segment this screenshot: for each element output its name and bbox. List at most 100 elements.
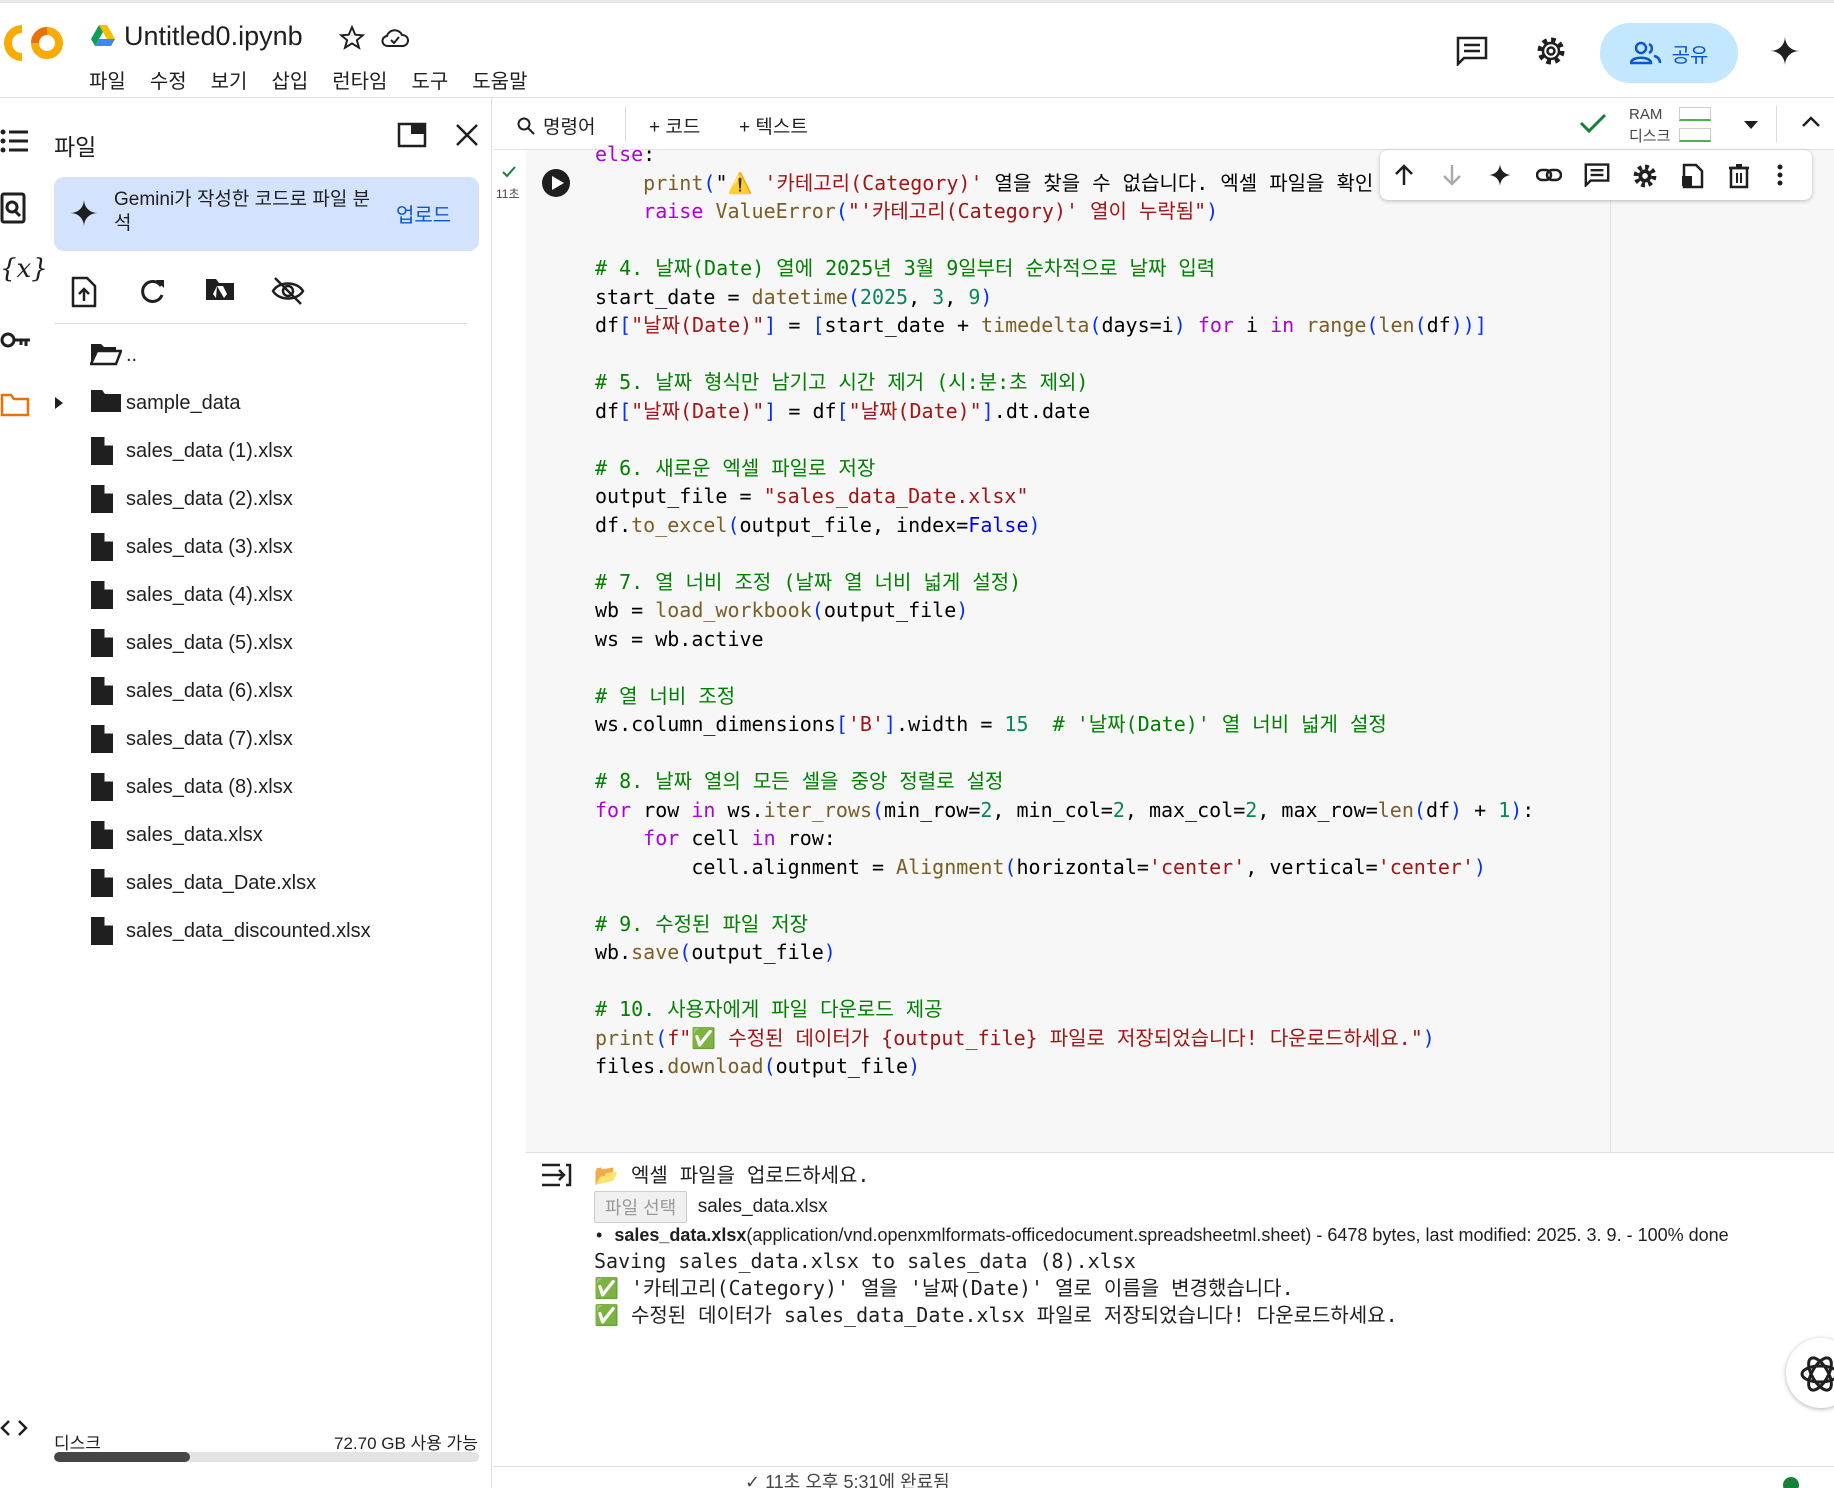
status-indicator [1783, 1477, 1799, 1488]
file-name: sales_data (7).xlsx [126, 728, 293, 750]
code-line: files.download(output_file) [595, 1054, 921, 1078]
runtime-dropdown-icon[interactable] [1743, 120, 1759, 130]
file-item[interactable]: sales_data (4).xlsx [0, 576, 490, 616]
file-name: sales_data (2).xlsx [126, 488, 293, 510]
add-text-button[interactable]: + 텍스트 [739, 112, 808, 139]
file-item[interactable]: sales_data (3).xlsx [0, 528, 490, 568]
code-line: # 열 너비 조정 [595, 683, 736, 708]
file-item-folder[interactable]: sample_data [0, 384, 490, 424]
menu-edit[interactable]: 수정 [150, 65, 187, 94]
menu-view[interactable]: 보기 [211, 65, 248, 94]
choose-file-button[interactable]: 파일 선택 [594, 1191, 688, 1223]
connected-check-icon[interactable] [1579, 112, 1607, 134]
menu-tools[interactable]: 도구 [411, 65, 448, 94]
menu-runtime[interactable]: 런타임 [332, 65, 387, 94]
expand-caret-icon[interactable] [54, 396, 64, 410]
files-sidebar: 파일 Gemini가 작성한 코드로 파일 분석 업로드 .. sample_d… [0, 98, 492, 1488]
gemini-spark-icon[interactable] [1488, 163, 1512, 187]
ram-label: RAM [1629, 106, 1663, 123]
cell-settings-gear-icon[interactable] [1632, 163, 1658, 189]
resource-labels[interactable]: RAM 디스크 [1629, 104, 1670, 148]
output-text: 📂 엑셀 파일을 업로드하세요. 파일 선택 sales_data.xlsx •… [594, 1162, 1824, 1329]
move-down-icon[interactable] [1440, 163, 1464, 187]
code-line: # 9. 수정된 파일 저장 [595, 911, 809, 936]
file-item[interactable]: sales_data (8).xlsx [0, 768, 490, 808]
link-icon[interactable] [1536, 163, 1562, 187]
cloud-saved-icon[interactable] [380, 26, 410, 50]
people-icon [1629, 41, 1661, 65]
file-name: sales_data (6).xlsx [126, 680, 293, 702]
code-line: wb = load_workbook(output_file) [595, 598, 969, 622]
toolbar-divider [1776, 106, 1777, 142]
disk-usage-meter [1679, 128, 1711, 142]
file-item[interactable]: sales_data_Date.xlsx [0, 864, 490, 904]
folder-open-icon [90, 340, 122, 366]
collapse-toolbar-icon[interactable] [1801, 116, 1821, 128]
output-line: ✅ 수정된 데이터가 sales_data_Date.xlsx 파일로 저장되었… [594, 1303, 1398, 1327]
file-icon [90, 580, 114, 610]
mount-drive-icon[interactable] [204, 276, 236, 302]
file-item[interactable]: sales_data_discounted.xlsx [0, 912, 490, 952]
code-snippets-icon[interactable] [0, 1418, 28, 1438]
gemini-analyze-banner[interactable]: Gemini가 작성한 코드로 파일 분석 업로드 [54, 177, 479, 251]
file-item[interactable]: sales_data (5).xlsx [0, 624, 490, 664]
menu-insert[interactable]: 삽입 [271, 65, 308, 94]
output-menu-icon[interactable] [540, 1162, 572, 1188]
app-header: Untitled0.ipynb 파일 수정 보기 삽입 런타임 도구 도움말 공… [0, 0, 1834, 98]
delete-trash-icon[interactable] [1728, 163, 1750, 189]
upload-prompt: 📂 엑셀 파일을 업로드하세요. [594, 1163, 870, 1187]
menu-file[interactable]: 파일 [89, 65, 126, 94]
menu-bar: 파일 수정 보기 삽입 런타임 도구 도움말 [89, 65, 551, 94]
hide-hidden-files-icon[interactable] [271, 276, 305, 306]
file-item[interactable]: sales_data.xlsx [0, 816, 490, 856]
settings-gear-icon[interactable] [1535, 35, 1567, 67]
share-button[interactable]: 공유 [1600, 23, 1738, 83]
code-line: cell.alignment = Alignment(horizontal='c… [595, 854, 1487, 879]
file-item[interactable]: sales_data (1).xlsx [0, 432, 490, 472]
file-name: sales_data.xlsx [126, 824, 263, 846]
disk-available: 72.70 GB 사용 가능 [334, 1434, 478, 1453]
code-text[interactable]: else: print("⚠️ '카테고리(Category)' 열을 찾을 수… [595, 140, 1534, 1081]
file-name: sales_data (1).xlsx [126, 440, 293, 462]
gemini-spark-icon[interactable] [1770, 36, 1800, 66]
code-line: df.to_excel(output_file, index=False) [595, 512, 1041, 537]
move-up-icon[interactable] [1392, 163, 1416, 187]
editor-margin [1610, 150, 1834, 1152]
comment-icon[interactable] [1456, 36, 1488, 66]
cell-toolbar [1380, 150, 1812, 200]
file-item[interactable]: sales_data (2).xlsx [0, 480, 490, 520]
output-line: Saving sales_data.xlsx to sales_data (8)… [594, 1249, 1136, 1273]
upload-file-icon[interactable] [71, 276, 97, 308]
colab-logo[interactable] [4, 25, 66, 61]
code-line: df["날짜(Date)"] = [start_date + timedelta… [595, 313, 1487, 337]
google-drive-icon[interactable] [91, 25, 115, 47]
menu-help[interactable]: 도움말 [472, 65, 527, 94]
cell-run-time: 11초 [496, 187, 520, 201]
file-icon [90, 868, 114, 898]
comment-icon[interactable] [1584, 163, 1610, 187]
file-item-parent[interactable]: .. [0, 336, 490, 376]
notebook-title[interactable]: Untitled0.ipynb [124, 21, 303, 52]
mirror-cell-icon[interactable] [1680, 163, 1704, 189]
star-icon[interactable] [339, 25, 365, 51]
file-name: sample_data [126, 392, 241, 414]
file-name: .. [126, 344, 138, 366]
folder-icon [90, 388, 122, 414]
file-item[interactable]: sales_data (7).xlsx [0, 720, 490, 760]
upload-link[interactable]: 업로드 [396, 199, 451, 228]
more-options-icon[interactable] [1776, 163, 1784, 187]
gemini-spark-icon [70, 199, 98, 227]
disk-usage-bar [54, 1452, 479, 1462]
open-in-tab-icon[interactable] [397, 122, 427, 148]
run-cell-button[interactable] [541, 168, 571, 198]
chosen-file-name: sales_data.xlsx [697, 1196, 828, 1217]
close-icon[interactable] [454, 122, 480, 148]
file-item[interactable]: sales_data (6).xlsx [0, 672, 490, 712]
code-line: # 7. 열 너비 조정 (날짜 열 너비 넓게 설정) [595, 569, 1022, 594]
code-line: # 6. 새로운 엑셀 파일로 저장 [595, 455, 876, 480]
refresh-icon[interactable] [138, 276, 166, 306]
add-code-button[interactable]: + 코드 [649, 112, 700, 139]
command-palette-button[interactable]: 명령어 [517, 112, 595, 139]
